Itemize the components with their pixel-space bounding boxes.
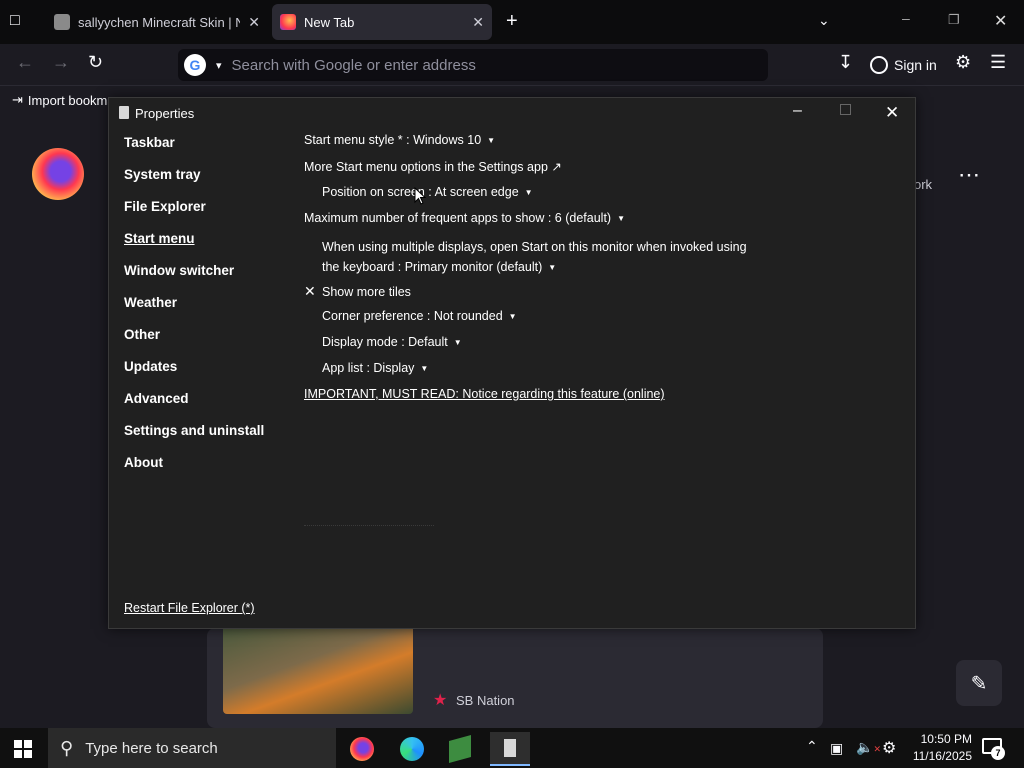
dialog-title-bar[interactable]: Properties – ✕: [109, 98, 915, 128]
story-thumbnail: [223, 628, 413, 714]
volume-muted-icon[interactable]: 🔈✕: [856, 739, 881, 756]
check-x-icon: ✕: [304, 283, 316, 299]
tab-title: sallyychen Minecraft Skin | Nam: [78, 14, 241, 30]
show-more-tiles-checkbox[interactable]: ✕ Show more tiles: [304, 283, 411, 300]
restart-explorer-link[interactable]: Restart File Explorer (*): [124, 601, 255, 615]
display-mode-dropdown[interactable]: Display mode : Default ▼: [322, 335, 462, 349]
clock-time: 10:50 PM: [920, 732, 972, 746]
story-source: SB Nation: [456, 693, 515, 708]
minimize-icon[interactable]: –: [902, 10, 910, 26]
sign-in-button[interactable]: Sign in: [870, 50, 944, 80]
sidebar-item-taskbar[interactable]: Taskbar: [124, 135, 175, 150]
multi-display-dropdown[interactable]: When using multiple displays, open Start…: [322, 237, 747, 278]
import-icon: ⇥: [12, 92, 23, 107]
dropdown-arrow-icon: ▼: [524, 188, 533, 197]
tab-title: New Tab: [304, 14, 355, 30]
sidebar-item-advanced[interactable]: Advanced: [124, 391, 189, 406]
dropdown-arrow-icon: ▼: [420, 364, 429, 373]
settings-gear-icon[interactable]: ⚙: [882, 738, 896, 758]
properties-dialog: Properties – ✕ Taskbar System tray File …: [108, 97, 916, 629]
edit-button[interactable]: ✎: [956, 660, 1002, 706]
url-bar[interactable]: G ▾ Search with Google or enter address: [178, 49, 768, 81]
position-dropdown[interactable]: Position on screen : At screen edge ▼: [322, 185, 533, 199]
dropdown-arrow-icon: ▼: [508, 312, 517, 321]
minecraft-favicon: [54, 14, 70, 30]
taskbar-minecraft-icon[interactable]: [440, 732, 480, 766]
chevron-up-icon[interactable]: ⌃: [806, 738, 818, 755]
back-icon[interactable]: ←: [16, 52, 34, 73]
taskbar-properties-icon[interactable]: [490, 732, 530, 766]
dropdown-arrow-icon: ▼: [548, 263, 557, 272]
settings-app-link[interactable]: More Start menu options in the Settings …: [304, 159, 562, 174]
tab-new-tab[interactable]: New Tab ✕: [272, 4, 492, 40]
reload-icon[interactable]: ↻: [88, 52, 103, 73]
maximize-icon[interactable]: [840, 104, 851, 115]
minimize-icon[interactable]: –: [793, 102, 802, 120]
search-icon: ⚲: [60, 737, 74, 758]
dropdown-arrow-icon: ▼: [617, 214, 626, 223]
sidebar-item-weather[interactable]: Weather: [124, 295, 177, 310]
corner-preference-dropdown[interactable]: Corner preference : Not rounded ▼: [322, 309, 517, 323]
download-icon[interactable]: ↧: [838, 52, 853, 73]
firefox-logo: [32, 148, 84, 200]
shortcut-label[interactable]: ork: [914, 177, 932, 192]
taskbar-search-box[interactable]: ⚲ Type here to search: [48, 728, 336, 768]
pencil-icon: ✎: [970, 672, 988, 695]
dropdown-arrow-icon: ▼: [453, 338, 462, 347]
close-icon[interactable]: ✕: [248, 14, 260, 31]
faint-divider: [304, 525, 434, 526]
chevron-down-icon[interactable]: ⌄: [818, 12, 830, 29]
notification-button[interactable]: 7: [982, 738, 1006, 760]
browser-tab-bar: □ sallyychen Minecraft Skin | Nam ✕ New …: [0, 0, 1024, 44]
sidebar-item-other[interactable]: Other: [124, 327, 160, 342]
dropdown-arrow-icon: ▼: [487, 136, 496, 145]
important-notice-link[interactable]: IMPORTANT, MUST READ: Notice regarding t…: [304, 387, 665, 401]
clock-date: 11/16/2025: [912, 749, 972, 763]
more-options-icon[interactable]: ⋯: [958, 162, 980, 188]
google-icon[interactable]: G: [184, 54, 206, 76]
close-icon[interactable]: ✕: [885, 103, 899, 123]
new-tab-icon[interactable]: +: [506, 10, 518, 33]
dialog-title: Properties: [135, 106, 195, 121]
hamburger-menu-icon[interactable]: ☰: [990, 52, 1006, 73]
taskbar-clock[interactable]: 10:50 PM 11/16/2025: [906, 731, 972, 765]
account-icon: [870, 56, 888, 74]
sidebar-item-settings-uninstall[interactable]: Settings and uninstall: [124, 423, 264, 438]
sb-nation-icon: ★: [433, 692, 448, 709]
windows-start-button[interactable]: [14, 740, 32, 758]
close-window-icon[interactable]: ✕: [994, 11, 1007, 31]
sidebar-item-start-menu[interactable]: Start menu: [124, 231, 195, 246]
firefox-favicon: [280, 14, 296, 30]
notification-count: 7: [991, 746, 1005, 760]
sidebar-item-file-explorer[interactable]: File Explorer: [124, 199, 206, 214]
mouse-cursor-icon: [414, 187, 426, 205]
sidebar-item-updates[interactable]: Updates: [124, 359, 177, 374]
app-list-dropdown[interactable]: App list : Display ▼: [322, 361, 428, 375]
import-bookmarks-link[interactable]: ⇥ Import bookmarks...: [12, 92, 112, 108]
network-icon[interactable]: ▣: [830, 740, 843, 757]
forward-icon[interactable]: →: [52, 52, 70, 73]
tab-minecraft-skin[interactable]: sallyychen Minecraft Skin | Nam ✕: [46, 4, 268, 40]
tab-list-icon[interactable]: □: [10, 12, 20, 30]
extensions-icon[interactable]: ⚙: [955, 52, 971, 73]
sidebar-item-system-tray[interactable]: System tray: [124, 167, 201, 182]
story-card[interactable]: ★ SB Nation: [207, 628, 823, 728]
taskbar-firefox-icon[interactable]: [342, 732, 382, 766]
taskbar-edge-icon[interactable]: [392, 732, 432, 766]
start-menu-style-dropdown[interactable]: Start menu style * : Windows 10 ▼: [304, 133, 495, 147]
restore-icon[interactable]: ❐: [948, 12, 960, 28]
chevron-down-icon[interactable]: ▾: [216, 59, 222, 72]
max-frequent-apps-dropdown[interactable]: Maximum number of frequent apps to show …: [304, 211, 625, 225]
close-icon[interactable]: ✕: [472, 14, 484, 31]
sidebar-item-window-switcher[interactable]: Window switcher: [124, 263, 234, 278]
url-placeholder: Search with Google or enter address: [231, 56, 476, 74]
sidebar-item-about[interactable]: About: [124, 455, 163, 470]
app-icon: [119, 106, 129, 119]
